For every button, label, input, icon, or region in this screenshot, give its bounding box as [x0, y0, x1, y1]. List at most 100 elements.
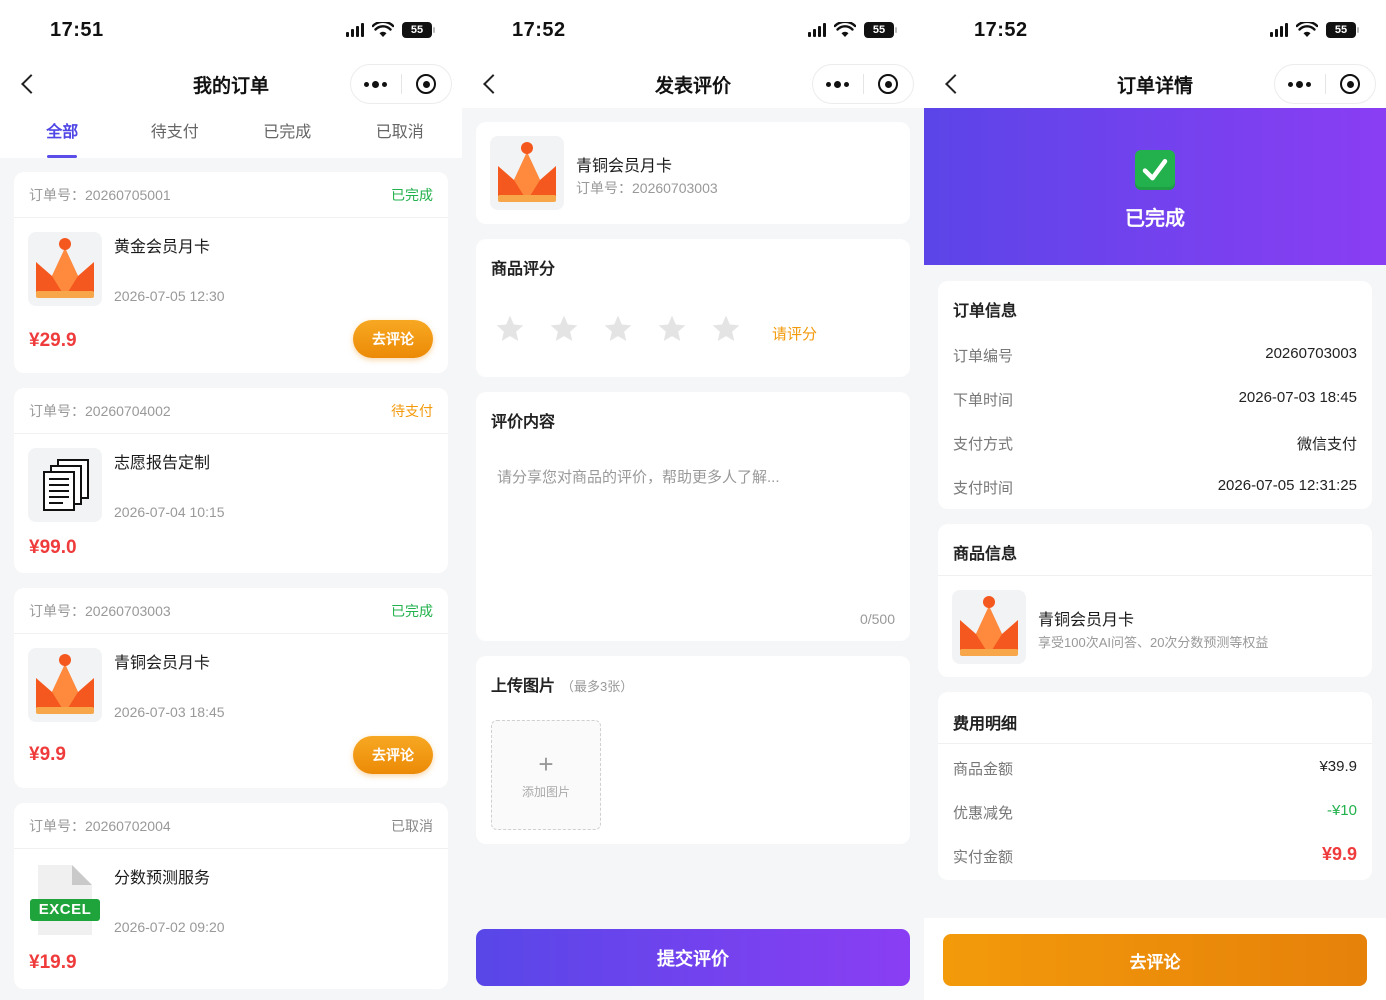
page-title: 我的订单: [192, 75, 269, 97]
submit-review-button[interactable]: 提交评价: [476, 929, 910, 986]
signal-icon: [346, 23, 364, 37]
star-icon[interactable]: [602, 313, 634, 345]
crown-icon: [28, 648, 102, 722]
star-icon[interactable]: [656, 313, 688, 345]
upload-card: 上传图片 （最多3张） + 添加图片: [476, 656, 910, 844]
order-card[interactable]: 订单号：20260705001 已完成 黄金会员月卡 2026-07-05 12:…: [14, 172, 448, 373]
tab-pending[interactable]: 待支付: [119, 108, 232, 158]
page-title: 发表评价: [654, 75, 731, 97]
more-icon[interactable]: [351, 64, 401, 104]
order-status: 已完成: [1125, 208, 1185, 230]
product-name: 青铜会员月卡: [576, 158, 673, 175]
order-price: ¥29.9: [29, 330, 77, 351]
star-rating[interactable]: [494, 313, 742, 345]
order-card[interactable]: 订单号：20260704002 待支付 志愿报告定制 2026-07-04 10:…: [14, 388, 448, 573]
fee-row: 实付金额 ¥9.9: [953, 844, 1357, 866]
char-counter: 0/500: [859, 611, 895, 627]
check-icon: [1135, 150, 1175, 190]
order-price: ¥99.0: [29, 537, 77, 558]
excel-icon: EXCEL: [28, 863, 102, 937]
wifi-icon: [834, 22, 856, 37]
tab-cancelled[interactable]: 已取消: [344, 108, 457, 158]
order-card[interactable]: 订单号：20260702004 已取消 EXCEL 分数预测服务 2026-07-…: [14, 803, 448, 989]
back-icon[interactable]: [480, 72, 502, 96]
mini-program-capsule: [1274, 64, 1376, 104]
bottom-action-bar: 去评论: [924, 918, 1386, 1000]
order-info-title: 订单信息: [953, 303, 1018, 320]
review-button[interactable]: 去评论: [353, 736, 433, 774]
nav-bar: 订单详情: [924, 60, 1386, 108]
info-row: 支付方式 微信支付: [953, 436, 1357, 453]
status-banner: 已完成: [924, 108, 1386, 265]
upload-title: 上传图片 （最多3张）: [491, 678, 634, 695]
product-info-title: 商品信息: [953, 546, 1018, 563]
status-badge: 已取消: [391, 817, 433, 834]
page-title: 订单详情: [1116, 75, 1193, 97]
battery-icon: 55: [402, 22, 435, 38]
status-bar: 17:52 55: [462, 0, 924, 60]
wifi-icon: [372, 22, 394, 37]
order-time: 2026-07-03 18:45: [114, 704, 225, 720]
nav-bar: 发表评价: [462, 60, 924, 108]
signal-icon: [1270, 23, 1288, 37]
orders-screen: 17:51 55 我的订单 全部 待支付 已完成 已取消 订单号：2026070: [0, 0, 462, 1000]
info-row: 下单时间 2026-07-03 18:45: [953, 389, 1357, 409]
fee-row: 商品金额 ¥39.9: [953, 758, 1357, 778]
order-number: 订单号：20260703003: [29, 602, 171, 619]
status-icons: 55: [1270, 22, 1359, 38]
close-target-icon[interactable]: [401, 64, 451, 104]
review-button[interactable]: 去评论: [943, 934, 1367, 986]
fee-card: 费用明细 商品金额 ¥39.9 优惠减免 -¥10 实付金额 ¥9.9: [938, 692, 1372, 880]
status-time: 17:52: [974, 18, 1028, 41]
back-icon[interactable]: [942, 72, 964, 96]
product-card: 青铜会员月卡 订单号：20260703003: [476, 122, 910, 224]
review-screen: 17:52 55 发表评价 青铜会员月卡 订单号：20260703003 商品评…: [462, 0, 924, 1000]
mini-program-capsule: [812, 64, 914, 104]
status-badge: 已完成: [391, 186, 433, 203]
order-time: 2026-07-05 12:30: [114, 288, 225, 304]
plus-icon: +: [538, 748, 554, 779]
fee-title: 费用明细: [953, 716, 1018, 733]
signal-icon: [808, 23, 826, 37]
tab-all[interactable]: 全部: [6, 108, 119, 158]
documents-icon: [28, 448, 102, 522]
order-time: 2026-07-02 09:20: [114, 919, 225, 935]
close-target-icon[interactable]: [863, 64, 913, 104]
review-placeholder: 请分享您对商品的评价，帮助更多人了解...: [497, 469, 780, 486]
order-detail-screen: 17:52 55 订单详情 已完成 订单信息 订单编号 20260703003 下…: [924, 0, 1386, 1000]
order-time: 2026-07-04 10:15: [114, 504, 225, 520]
crown-icon: [952, 590, 1026, 664]
status-icons: 55: [346, 22, 435, 38]
review-content-card: 评价内容 请分享您对商品的评价，帮助更多人了解... 0/500: [476, 392, 910, 641]
status-bar: 17:52 55: [924, 0, 1386, 60]
battery-icon: 55: [864, 22, 897, 38]
order-price: ¥9.9: [29, 744, 66, 765]
order-tabs: 全部 待支付 已完成 已取消: [0, 108, 462, 158]
star-icon[interactable]: [548, 313, 580, 345]
nav-bar: 我的订单: [0, 60, 462, 108]
info-row: 订单编号 20260703003: [953, 345, 1357, 365]
product-info-card: 商品信息 青铜会员月卡 享受100次AI问答、20次分数预测等权益: [938, 524, 1372, 677]
status-icons: 55: [808, 22, 897, 38]
battery-icon: 55: [1326, 22, 1359, 38]
wifi-icon: [1296, 22, 1318, 37]
review-button[interactable]: 去评论: [353, 320, 433, 358]
tab-completed[interactable]: 已完成: [231, 108, 344, 158]
review-textarea[interactable]: 请分享您对商品的评价，帮助更多人了解...: [476, 442, 910, 622]
excel-label: EXCEL: [38, 901, 92, 918]
back-icon[interactable]: [18, 72, 40, 96]
status-badge: 待支付: [391, 402, 433, 419]
star-icon[interactable]: [494, 313, 526, 345]
order-price: ¥19.9: [29, 952, 77, 973]
star-icon[interactable]: [710, 313, 742, 345]
product-name: 青铜会员月卡: [114, 655, 211, 672]
more-icon[interactable]: [813, 64, 863, 104]
mini-program-capsule: [350, 64, 452, 104]
add-image-button[interactable]: + 添加图片: [491, 720, 601, 830]
more-icon[interactable]: [1275, 64, 1325, 104]
order-card[interactable]: 订单号：20260703003 已完成 青铜会员月卡 2026-07-03 18:…: [14, 588, 448, 788]
content-title: 评价内容: [491, 414, 556, 431]
product-name: 黄金会员月卡: [114, 239, 211, 256]
close-target-icon[interactable]: [1325, 64, 1375, 104]
fee-row: 优惠减免 -¥10: [953, 802, 1357, 822]
